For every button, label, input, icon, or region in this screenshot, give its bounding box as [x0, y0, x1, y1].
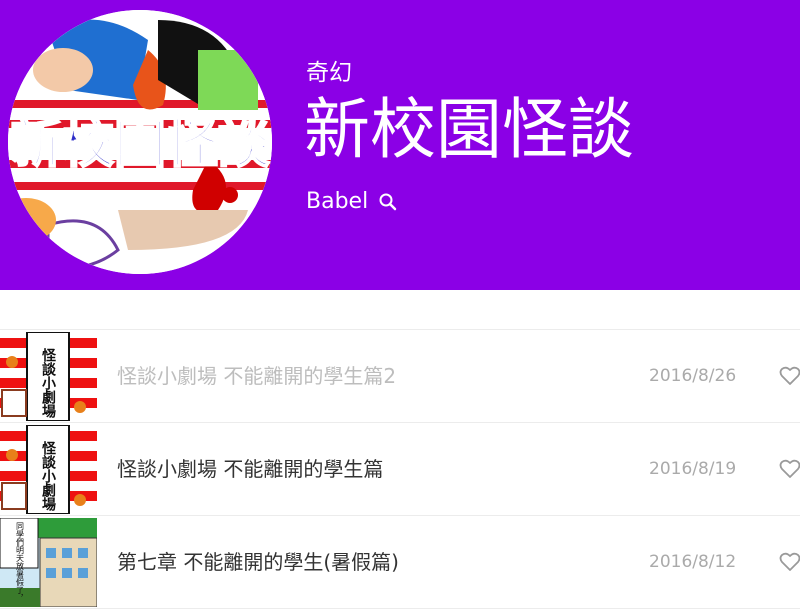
episode-thumbnail: 怪談小劇場	[0, 425, 97, 514]
search-icon[interactable]	[378, 192, 398, 212]
episode-date: 2016/8/12	[649, 552, 737, 572]
author-row: Babel	[306, 186, 398, 218]
episode-date: 2016/8/26	[649, 366, 737, 386]
episode-list: 怪談小劇場 怪談小劇場 不能離開的學生篇2 2016/8/26 怪談小劇場 怪談…	[0, 329, 800, 609]
episode-date: 2016/8/19	[649, 459, 737, 479]
genre-label: 奇幻	[306, 60, 352, 86]
heart-outline-icon[interactable]	[779, 552, 800, 572]
episode-row[interactable]: 怪談小劇場 怪談小劇場 不能離開的學生篇 2016/8/19	[0, 423, 800, 516]
episode-row[interactable]: 怪談小劇場 怪談小劇場 不能離開的學生篇2 2016/8/26	[0, 330, 800, 423]
episode-row[interactable]: 同學們明天放暑假了， 第七章 不能離開的學生(暑假篇) 2016/8/12	[0, 516, 800, 609]
episode-thumbnail: 怪談小劇場	[0, 332, 97, 421]
episode-thumbnail: 同學們明天放暑假了，	[0, 518, 97, 607]
heart-outline-icon[interactable]	[779, 366, 800, 386]
cover-title-text: 新校園怪談	[10, 115, 270, 175]
series-header: 新校園怪談 奇幻 新校園怪談 Babel	[0, 0, 800, 290]
episode-title[interactable]: 怪談小劇場 不能離開的學生篇2	[117, 330, 396, 422]
episode-title[interactable]: 第七章 不能離開的學生(暑假篇)	[117, 516, 399, 608]
author-name[interactable]: Babel	[306, 186, 368, 218]
thumb-text: 怪談小劇場	[40, 347, 56, 419]
thumb-text: 怪談小劇場	[40, 440, 56, 512]
thumb-text: 同學們明天放暑假了，	[16, 522, 25, 602]
series-cover-image: 新校園怪談	[8, 10, 272, 274]
series-title: 新校園怪談	[304, 91, 634, 168]
episode-title[interactable]: 怪談小劇場 不能離開的學生篇	[117, 423, 383, 515]
heart-outline-icon[interactable]	[779, 459, 800, 479]
